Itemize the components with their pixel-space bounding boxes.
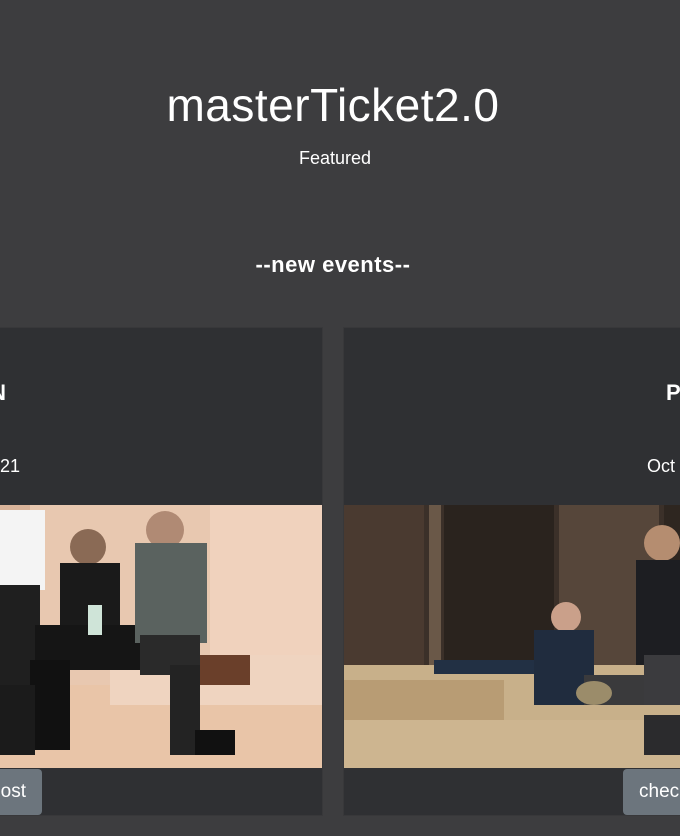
featured-subtitle: Featured	[298, 148, 372, 168]
event-card[interactable]: N 21	[0, 328, 322, 815]
app-title: masterTicket2.0	[166, 79, 500, 131]
event-card[interactable]: P Oct chec	[344, 328, 680, 815]
new-events-heading: --new events--	[255, 252, 411, 277]
page: masterTicket2.0 Featured --new events-- …	[0, 0, 680, 836]
event-name: P	[666, 380, 680, 405]
event-date: 21	[0, 456, 20, 476]
event-date: Oct	[647, 456, 676, 476]
band-photo-image	[0, 505, 322, 768]
event-button[interactable]: ost	[0, 769, 42, 815]
event-button[interactable]: chec	[623, 769, 680, 815]
event-name: N	[0, 380, 6, 406]
event-image[interactable]	[0, 505, 322, 768]
event-image[interactable]	[344, 505, 680, 768]
band-photo-image	[344, 505, 680, 768]
